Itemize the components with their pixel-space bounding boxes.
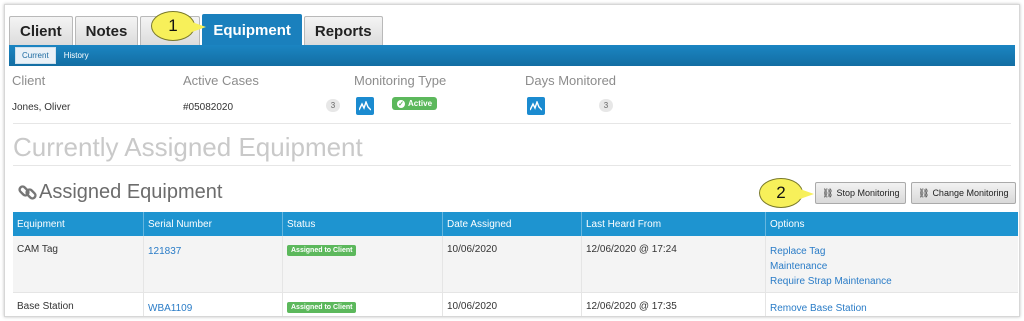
maintenance-link[interactable]: Maintenance [770, 259, 1014, 274]
monitoring-label: Monitoring Type [354, 73, 447, 88]
column-header[interactable]: Last Heard From [582, 212, 766, 236]
column-header[interactable]: Options [766, 212, 1018, 236]
options-cell: Replace Tag Maintenance Require Strap Ma… [766, 236, 1018, 292]
table-row: Base Station WBA1109 Assigned to Client … [13, 293, 1018, 316]
days-label: Days Monitored [525, 73, 617, 88]
monitoring-status-badge: ✓ Active [392, 97, 438, 110]
client-value: Jones, Oliver [12, 102, 71, 113]
last-heard-cell: 12/06/2020 @ 17:35 [582, 293, 766, 316]
monitoring-type-icon[interactable] [356, 97, 374, 115]
days-monitored-icon[interactable] [527, 97, 545, 115]
days-info: Days Monitored [525, 73, 616, 88]
table-header: Equipment Serial Number Status Date Assi… [13, 212, 1018, 236]
status-badge: Assigned to Client [287, 302, 357, 313]
change-monitoring-label: Change Monitoring [932, 188, 1009, 198]
cases-label: Active Cases [183, 73, 259, 88]
equipment-cell: Base Station [13, 293, 144, 316]
status-cell: Assigned to Client [283, 236, 443, 292]
require-strap-maintenance-link[interactable]: Require Strap Maintenance [770, 274, 1014, 289]
divider [13, 165, 1011, 166]
status-badge: Assigned to Client [287, 245, 357, 256]
tab-equipment[interactable]: Equipment [202, 14, 302, 45]
equipment-cell: CAM Tag [13, 236, 144, 292]
monitoring-status-text: Active [408, 99, 433, 108]
date-assigned-cell: 10/06/2020 [443, 293, 582, 316]
column-header[interactable]: Serial Number [144, 212, 283, 236]
unlink-icon: ⛓ [822, 187, 834, 198]
last-heard-cell: 12/06/2020 @ 17:24 [582, 236, 766, 292]
subtab-current[interactable]: Current [15, 47, 56, 64]
tab-notes[interactable]: Notes [74, 16, 139, 45]
link-icon: ⛓ [918, 187, 930, 198]
replace-tag-link[interactable]: Replace Tag [770, 244, 1014, 259]
tab-client[interactable]: Client [9, 16, 73, 45]
column-header[interactable]: Equipment [13, 212, 144, 236]
options-cell: Remove Base Station [766, 293, 1018, 316]
serial-cell: 121837 [144, 236, 283, 292]
page-title: Currently Assigned Equipment [13, 132, 363, 162]
change-monitoring-button[interactable]: ⛓ Change Monitoring [911, 182, 1016, 204]
cases-value: #05082020 [183, 102, 234, 113]
signal-wave-icon [530, 101, 542, 111]
monitoring-info: Monitoring Type [354, 73, 446, 88]
date-assigned-cell: 10/06/2020 [443, 236, 582, 292]
stop-monitoring-label: Stop Monitoring [836, 188, 900, 198]
serial-cell: WBA1109 [144, 293, 283, 316]
client-label: Client [12, 73, 46, 88]
column-header[interactable]: Date Assigned [443, 212, 582, 236]
divider [13, 123, 1011, 124]
client-info: Client Jones, Oliver [12, 73, 70, 113]
app-frame: Client Notes Equipment Reports 1 Current… [4, 4, 1020, 317]
table-row: CAM Tag 121837 Assigned to Client 10/06/… [13, 236, 1018, 293]
days-count-badge: 3 [599, 99, 613, 112]
check-icon: ✓ [397, 99, 405, 108]
callout-2: 2 [759, 178, 814, 208]
callout-1: 1 [151, 11, 206, 41]
serial-link[interactable]: 121837 [148, 244, 278, 259]
cases-count-badge: 3 [326, 99, 340, 112]
section-title: Assigned Equipment [39, 181, 223, 203]
subtab-history[interactable]: History [58, 48, 95, 63]
stop-monitoring-button[interactable]: ⛓ Stop Monitoring [815, 182, 907, 204]
status-cell: Assigned to Client [283, 293, 443, 316]
equipment-table: Equipment Serial Number Status Date Assi… [13, 212, 1018, 316]
signal-wave-icon [359, 101, 371, 111]
tab-reports[interactable]: Reports [303, 16, 383, 45]
cases-info: Active Cases #05082020 [183, 73, 259, 113]
column-header[interactable]: Status [283, 212, 443, 236]
chain-link-icon [18, 185, 37, 200]
serial-link[interactable]: WBA1109 [148, 301, 278, 316]
sub-navigation: Current History [9, 45, 1015, 66]
remove-base-station-link[interactable]: Remove Base Station [770, 301, 1014, 316]
